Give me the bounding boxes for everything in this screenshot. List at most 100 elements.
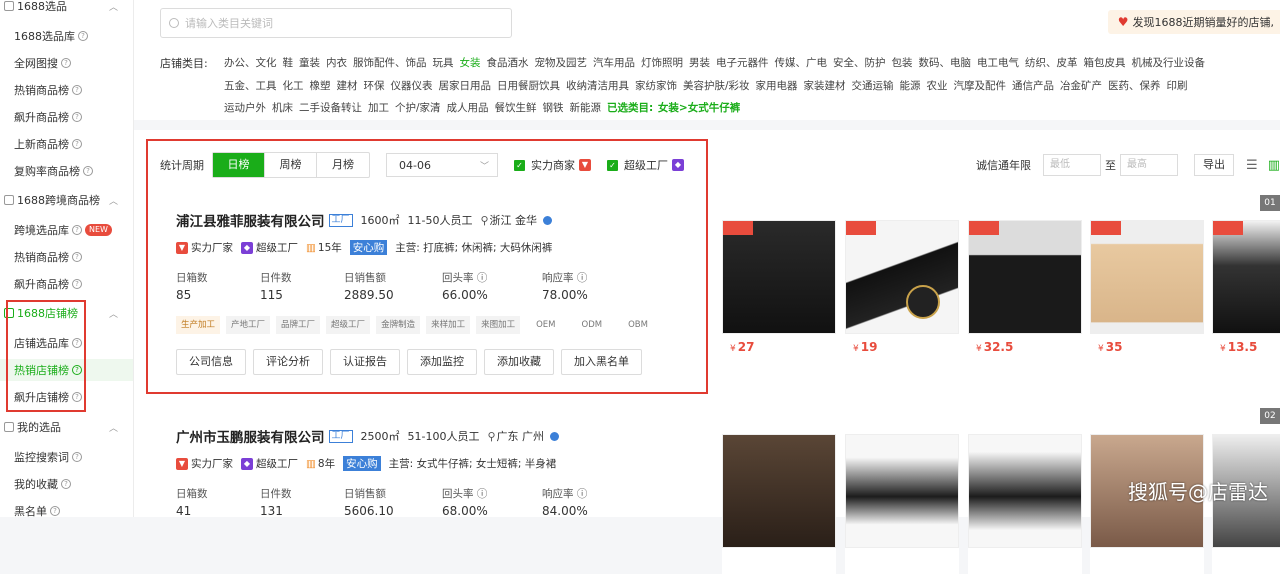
sidebar-item-image-search[interactable]: 全网图搜? bbox=[0, 52, 133, 74]
export-button[interactable]: 导出 bbox=[1194, 154, 1235, 176]
category-option[interactable]: 包装 bbox=[892, 57, 913, 69]
product-card[interactable] bbox=[845, 434, 959, 574]
category-option[interactable]: 家纺家饰 bbox=[635, 80, 677, 92]
category-option[interactable]: 机床 bbox=[272, 102, 293, 114]
category-option[interactable]: 收纳清洁用具 bbox=[566, 80, 629, 92]
date-select[interactable]: 04-06 ﹀ bbox=[386, 153, 498, 177]
category-option[interactable]: 建材 bbox=[337, 80, 358, 92]
category-option[interactable]: 橡塑 bbox=[310, 80, 331, 92]
sidebar-item-hot-products[interactable]: 热销商品榜? bbox=[0, 79, 133, 101]
category-option[interactable]: 钢铁 bbox=[543, 102, 564, 114]
sidebar-section-crossborder[interactable]: 1688跨境商品榜 ︿ bbox=[0, 189, 133, 211]
search-icon bbox=[169, 18, 179, 28]
category-option[interactable]: 宠物及园艺 bbox=[535, 57, 588, 69]
category-option[interactable]: 纺织、皮革 bbox=[1025, 57, 1078, 69]
category-option[interactable]: 通信产品 bbox=[1012, 80, 1054, 92]
product-card[interactable]: ¥13.5 bbox=[1212, 220, 1280, 360]
list-view-icon[interactable]: ☰ bbox=[1246, 158, 1258, 173]
sidebar-item-hot-shops[interactable]: 热销店铺榜? bbox=[0, 359, 133, 381]
category-option[interactable]: 仪器仪表 bbox=[391, 80, 433, 92]
add-blacklist-button[interactable]: 加入黑名单 bbox=[561, 349, 642, 375]
category-option[interactable]: 日用餐厨饮具 bbox=[497, 80, 560, 92]
sidebar-item-rising-products[interactable]: 飙升商品榜? bbox=[0, 106, 133, 128]
checkbox-super-factory[interactable]: ✓ 超级工厂 ◆ bbox=[607, 157, 684, 173]
category-option[interactable]: 交通运输 bbox=[852, 80, 894, 92]
discover-banner[interactable]: ♥ 发现1688近期销量好的店铺, bbox=[1107, 10, 1280, 34]
years-min-input[interactable]: 最低 bbox=[1043, 154, 1102, 176]
category-option[interactable]: 汽摩及配件 bbox=[954, 80, 1007, 92]
category-option[interactable]: 成人用品 bbox=[447, 102, 489, 114]
category-option[interactable]: 女装 bbox=[460, 57, 481, 69]
sidebar-item-shop-library[interactable]: 店铺选品库? bbox=[0, 332, 133, 354]
category-option[interactable]: 食品酒水 bbox=[487, 57, 529, 69]
category-option[interactable]: 运动户外 bbox=[224, 102, 266, 114]
category-option[interactable]: 数码、电脑 bbox=[919, 57, 972, 69]
category-option[interactable]: 玩具 bbox=[433, 57, 454, 69]
category-option[interactable]: 医药、保养 bbox=[1108, 80, 1161, 92]
shop-name[interactable]: 广州市玉鹏服装有限公司 bbox=[176, 426, 325, 446]
category-option[interactable]: 服饰配件、饰品 bbox=[353, 57, 427, 69]
tab-weekly[interactable]: 周榜 bbox=[265, 153, 317, 177]
sidebar-item-repurchase-products[interactable]: 复购率商品榜? bbox=[0, 160, 133, 182]
category-option[interactable]: 二手设备转让 bbox=[299, 102, 362, 114]
category-option[interactable]: 传媒、广电 bbox=[775, 57, 828, 69]
product-card[interactable] bbox=[968, 434, 1082, 574]
review-analysis-button[interactable]: 评论分析 bbox=[253, 349, 323, 375]
sidebar-item-my-favorites[interactable]: 我的收藏? bbox=[0, 473, 133, 495]
category-option[interactable]: 安全、防护 bbox=[833, 57, 886, 69]
category-option[interactable]: 办公、文化 bbox=[224, 57, 277, 69]
sidebar-section-my-selection[interactable]: 我的选品 ︿ bbox=[0, 416, 133, 438]
product-card[interactable]: ¥19 bbox=[845, 220, 959, 360]
sidebar-item-crossborder-hot[interactable]: 热销商品榜? bbox=[0, 246, 133, 268]
tab-daily[interactable]: 日榜 bbox=[213, 153, 265, 177]
certification-report-button[interactable]: 认证报告 bbox=[330, 349, 400, 375]
category-option[interactable]: 机械及行业设备 bbox=[1132, 57, 1206, 69]
product-card[interactable]: ¥35 bbox=[1090, 220, 1204, 360]
years-max-input[interactable]: 最高 bbox=[1120, 154, 1179, 176]
category-option[interactable]: 能源 bbox=[900, 80, 921, 92]
category-option[interactable]: 汽车用品 bbox=[593, 57, 635, 69]
chart-view-icon[interactable]: ▥ bbox=[1268, 158, 1280, 173]
category-option[interactable]: 加工 bbox=[368, 102, 389, 114]
category-option[interactable]: 电子元器件 bbox=[716, 57, 769, 69]
product-card[interactable] bbox=[722, 434, 836, 574]
company-info-button[interactable]: 公司信息 bbox=[176, 349, 246, 375]
category-option[interactable]: 箱包皮具 bbox=[1084, 57, 1126, 69]
category-option[interactable]: 印刷 bbox=[1167, 80, 1188, 92]
sidebar-item-selection-library[interactable]: 1688选品库? bbox=[0, 25, 133, 47]
category-option[interactable]: 化工 bbox=[283, 80, 304, 92]
category-option[interactable]: 内衣 bbox=[326, 57, 347, 69]
category-option[interactable]: 居家日用品 bbox=[439, 80, 492, 92]
shop-name[interactable]: 浦江县雅菲服装有限公司 bbox=[176, 210, 325, 230]
category-option[interactable]: 家装建材 bbox=[804, 80, 846, 92]
sidebar-item-new-products[interactable]: 上新商品榜? bbox=[0, 133, 133, 155]
product-card[interactable]: ¥27 bbox=[722, 220, 836, 360]
category-option[interactable]: 五金、工具 bbox=[224, 80, 277, 92]
category-option[interactable]: 鞋 bbox=[283, 57, 294, 69]
product-card[interactable]: ¥32.5 bbox=[968, 220, 1082, 360]
tab-monthly[interactable]: 月榜 bbox=[317, 153, 369, 177]
category-option[interactable]: 美容护肤/彩妆 bbox=[683, 80, 750, 92]
add-monitor-button[interactable]: 添加监控 bbox=[407, 349, 477, 375]
category-option[interactable]: 电工电气 bbox=[977, 57, 1019, 69]
sidebar-section-1688-selection[interactable]: 1688选品 ︿ bbox=[0, 0, 133, 17]
sidebar-section-shops[interactable]: 1688店铺榜 ︿ bbox=[0, 302, 133, 324]
category-search-input[interactable]: 请输入类目关键词 bbox=[160, 8, 512, 38]
category-option[interactable]: 灯饰照明 bbox=[641, 57, 683, 69]
category-option[interactable]: 个护/家清 bbox=[395, 102, 441, 114]
checkbox-strong-merchant[interactable]: ✓ 实力商家 ▼ bbox=[514, 157, 591, 173]
category-option[interactable]: 家用电器 bbox=[756, 80, 798, 92]
sidebar-item-blacklist[interactable]: 黑名单? bbox=[0, 500, 133, 517]
sidebar-item-crossborder-rising[interactable]: 飙升商品榜? bbox=[0, 273, 133, 295]
category-option[interactable]: 环保 bbox=[364, 80, 385, 92]
category-option[interactable]: 男装 bbox=[689, 57, 710, 69]
category-option[interactable]: 冶金矿产 bbox=[1060, 80, 1102, 92]
sidebar-item-monitor-keywords[interactable]: 监控搜索词? bbox=[0, 446, 133, 468]
category-option[interactable]: 新能源 bbox=[570, 102, 602, 114]
sidebar-item-rising-shops[interactable]: 飙升店铺榜? bbox=[0, 386, 133, 408]
sidebar-item-crossborder-library[interactable]: 跨境选品库? NEW bbox=[0, 219, 133, 241]
category-option[interactable]: 农业 bbox=[927, 80, 948, 92]
add-favorite-button[interactable]: 添加收藏 bbox=[484, 349, 554, 375]
category-option[interactable]: 餐饮生鲜 bbox=[495, 102, 537, 114]
category-option[interactable]: 童装 bbox=[299, 57, 320, 69]
